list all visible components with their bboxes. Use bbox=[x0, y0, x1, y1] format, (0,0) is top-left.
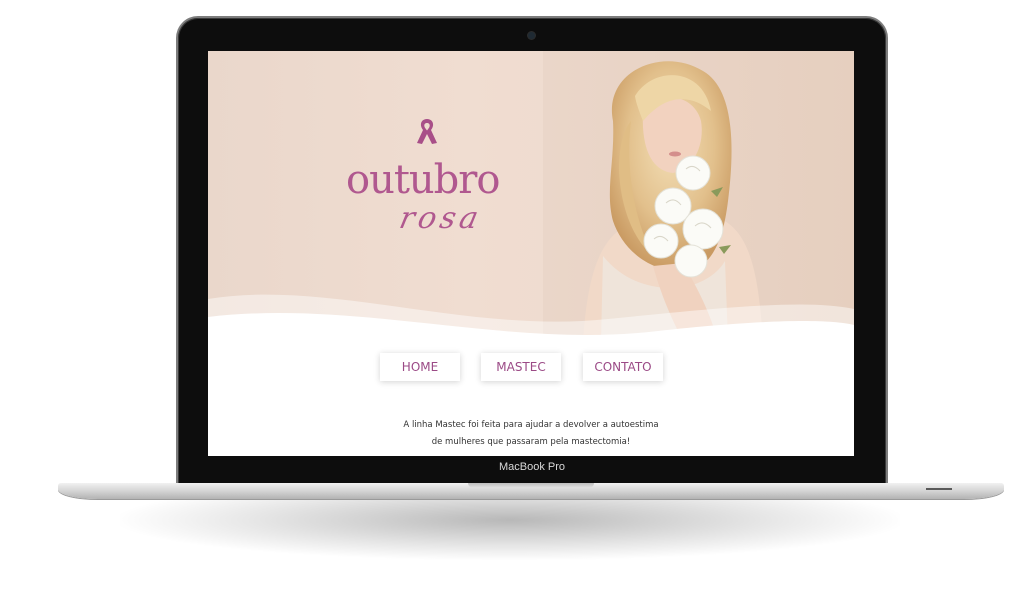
tagline-line-1: A linha Mastec foi feita para ajudar a d… bbox=[403, 420, 659, 430]
lid-notch bbox=[468, 483, 594, 488]
laptop-lid: outubro rosa HOME MASTEC CONTATO A linha… bbox=[178, 18, 886, 486]
logo-word-outubro: outubro bbox=[346, 157, 500, 203]
device-brand-label: MacBook Pro bbox=[498, 461, 566, 473]
logo-word-rosa: rosa bbox=[396, 201, 486, 236]
tagline-line-2: de mulheres que passaram pela mastectomi… bbox=[431, 437, 631, 447]
status-led bbox=[926, 488, 952, 490]
hero-banner: outubro rosa bbox=[208, 51, 854, 341]
nav-contato-button[interactable]: CONTATO bbox=[583, 353, 663, 381]
tagline: A linha Mastec foi feita para ajudar a d… bbox=[358, 417, 704, 451]
camera-icon bbox=[528, 32, 535, 39]
main-nav: HOME MASTEC CONTATO bbox=[208, 353, 854, 385]
laptop-base bbox=[58, 483, 1004, 499]
nav-mastec-button[interactable]: MASTEC bbox=[481, 353, 561, 381]
pink-ribbon-icon bbox=[417, 119, 437, 144]
website-screen: outubro rosa HOME MASTEC CONTATO A linha… bbox=[208, 51, 854, 456]
campaign-logo: outubro rosa bbox=[336, 113, 536, 236]
nav-home-button[interactable]: HOME bbox=[380, 353, 460, 381]
laptop-mockup: outubro rosa HOME MASTEC CONTATO A linha… bbox=[0, 0, 1016, 597]
hero-wave bbox=[208, 294, 854, 341]
